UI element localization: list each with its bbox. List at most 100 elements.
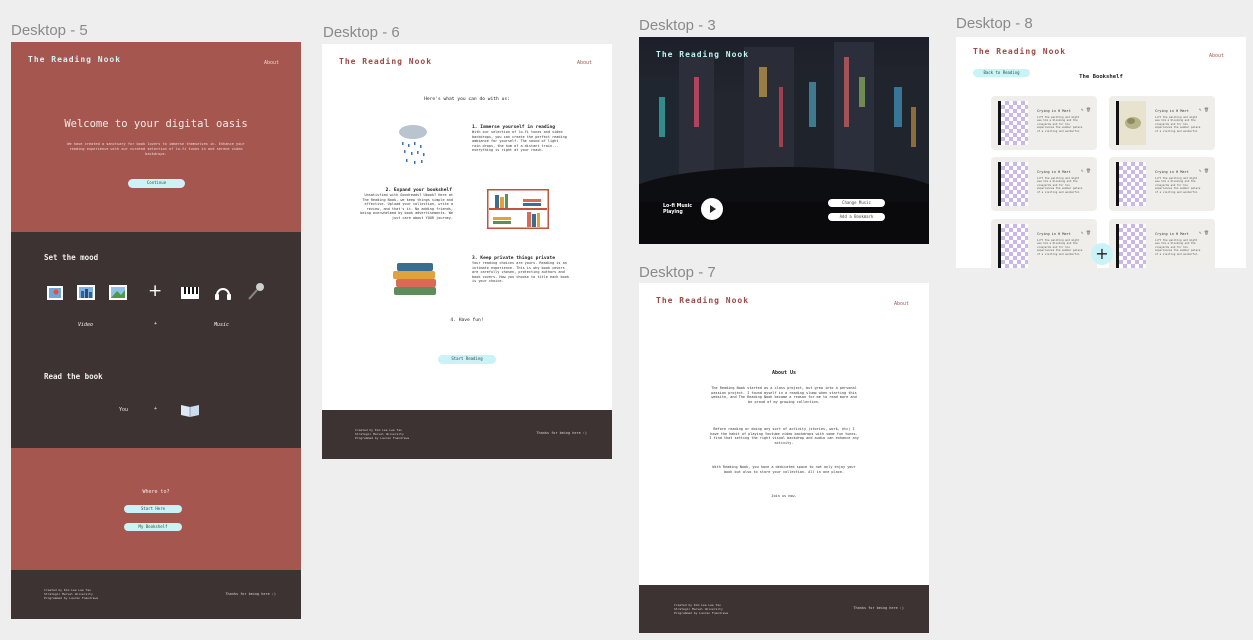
plus-symbol: + bbox=[148, 281, 163, 301]
frame-label-desktop-5[interactable]: Desktop - 5 bbox=[11, 22, 88, 39]
change-music-button[interactable]: Change Music bbox=[828, 199, 885, 207]
video-label: Video bbox=[78, 322, 94, 328]
rain-cloud-illustration bbox=[396, 124, 430, 168]
play-icon bbox=[710, 205, 716, 213]
edit-delete-icons[interactable]: ✎ 🗑 bbox=[1081, 107, 1091, 112]
book-title: Crying in H Mart bbox=[1155, 109, 1189, 113]
hero-title: Welcome to your digital oasis bbox=[64, 118, 248, 130]
landscape-picture-icon[interactable] bbox=[109, 285, 127, 300]
frame-desktop-6[interactable]: The Reading Nook About Here's what you c… bbox=[322, 44, 612, 459]
footer-thanks: Thanks for being here :) bbox=[853, 606, 904, 610]
brand-logo[interactable]: The Reading Nook bbox=[28, 55, 121, 64]
edit-delete-icons[interactable]: ✎ 🗑 bbox=[1081, 168, 1091, 173]
book-title: Crying in H Mart bbox=[1037, 109, 1071, 113]
edit-delete-icons[interactable]: ✎ 🗑 bbox=[1081, 230, 1091, 235]
bookshelf-illustration bbox=[487, 189, 549, 229]
frame-label-desktop-6[interactable]: Desktop - 6 bbox=[323, 24, 400, 41]
book-description: Lift the painting and might see him a bl… bbox=[1037, 177, 1083, 194]
continue-button[interactable]: Continue bbox=[128, 179, 185, 188]
feature-3-body: Your reading choices are yours. Reading … bbox=[472, 261, 569, 284]
book-cover bbox=[998, 162, 1028, 206]
design-canvas: Desktop - 5 Desktop - 6 Desktop - 3 Desk… bbox=[0, 0, 1253, 640]
where-title: Where to? bbox=[142, 489, 170, 495]
book-cover bbox=[1116, 162, 1146, 206]
add-bookmark-button[interactable]: Add a Bookmark bbox=[828, 213, 885, 221]
book-card[interactable]: Crying in H Mart ✎ 🗑 Lift the painting a… bbox=[1109, 157, 1215, 211]
frame-desktop-7[interactable]: The Reading Nook About About Us The Read… bbox=[639, 283, 929, 633]
brand-logo[interactable]: The Reading Nook bbox=[656, 296, 749, 305]
frame-desktop-8[interactable]: The Reading Nook About Back to Reading T… bbox=[956, 37, 1246, 268]
features-intro: Here's what you can do with us: bbox=[424, 97, 510, 102]
my-bookshelf-button[interactable]: My Bookshelf bbox=[124, 523, 182, 531]
book-card[interactable]: Crying in H Mart ✎ 🗑 Lift the painting a… bbox=[991, 157, 1097, 211]
book-title: Crying in H Mart bbox=[1037, 232, 1071, 236]
piano-icon[interactable] bbox=[181, 287, 199, 299]
brand-logo[interactable]: The Reading Nook bbox=[656, 50, 749, 59]
add-book-button[interactable]: + bbox=[1091, 243, 1113, 265]
play-button[interactable] bbox=[701, 198, 723, 220]
book-title: Crying in H Mart bbox=[1037, 170, 1071, 174]
footer-thanks: Thanks for being here :) bbox=[536, 431, 587, 435]
book-card[interactable]: Crying in H Mart ✎ 🗑 Lift the painting a… bbox=[1109, 96, 1215, 150]
book-description: Lift the painting and might see him a bl… bbox=[1155, 116, 1201, 133]
book-description: Lift the painting and might see him a bl… bbox=[1037, 239, 1083, 256]
plus-label-2: + bbox=[154, 406, 158, 412]
book-card[interactable]: Crying in H Mart ✎ 🗑 Lift the painting a… bbox=[991, 219, 1097, 268]
book-card[interactable]: Crying in H Mart ✎ 🗑 Lift the painting a… bbox=[991, 96, 1097, 150]
headphones-icon[interactable] bbox=[214, 284, 232, 302]
feature-1-body: With our selection of lo-fi tunes and vi… bbox=[472, 130, 567, 153]
edit-delete-icons[interactable]: ✎ 🗑 bbox=[1199, 168, 1209, 173]
footer-credits: Created by Kim Lee Lee Tan Strategic Mar… bbox=[674, 603, 729, 615]
brand-logo[interactable]: The Reading Nook bbox=[973, 47, 1066, 56]
about-paragraph-2: Before reading or doing any sort of acti… bbox=[709, 427, 859, 445]
book-title: Crying in H Mart bbox=[1155, 232, 1189, 236]
mood-section: Set the mood + Video + Music Read the bo… bbox=[11, 232, 301, 448]
nav-about-link[interactable]: About bbox=[577, 60, 592, 66]
bookshelf-title: The Bookshelf bbox=[1079, 74, 1123, 80]
footer-thanks: Thanks for being here :) bbox=[225, 592, 276, 596]
about-title: About Us bbox=[771, 370, 797, 376]
footer-credits: Created by Kim Lee Lee Tan Strategic Mar… bbox=[44, 588, 99, 600]
music-label: Music bbox=[214, 322, 230, 328]
microphone-icon[interactable] bbox=[247, 282, 265, 300]
mood-title: Set the mood bbox=[44, 253, 99, 262]
frame-label-desktop-7[interactable]: Desktop - 7 bbox=[639, 264, 716, 281]
read-title: Read the book bbox=[44, 372, 103, 381]
city-picture-icon[interactable] bbox=[77, 285, 95, 300]
footer: Created by Kim Lee Lee Tan Strategic Mar… bbox=[639, 585, 929, 633]
frame-label-desktop-3[interactable]: Desktop - 3 bbox=[639, 17, 716, 34]
book-cover bbox=[998, 101, 1028, 145]
nav-about-link[interactable]: About bbox=[264, 60, 279, 66]
book-cover bbox=[998, 224, 1028, 268]
nav-about-link[interactable]: About bbox=[894, 301, 909, 307]
plus-label: + bbox=[154, 321, 158, 327]
about-paragraph-1: The Reading Nook started as a class proj… bbox=[711, 386, 857, 404]
frame-label-desktop-8[interactable]: Desktop - 8 bbox=[956, 15, 1033, 32]
about-paragraph-3: With Reading Nook, you have a dedicated … bbox=[712, 465, 856, 474]
edit-delete-icons[interactable]: ✎ 🗑 bbox=[1199, 107, 1209, 112]
feature-4-title: 4. Have fun! bbox=[450, 318, 484, 323]
book-cover bbox=[1116, 224, 1146, 268]
nav-about-link[interactable]: About bbox=[1209, 53, 1224, 59]
you-label: You bbox=[119, 407, 129, 413]
book-stack-illustration bbox=[392, 260, 438, 296]
book-description: Lift the painting and might see him a bl… bbox=[1155, 177, 1201, 194]
start-here-button[interactable]: Start Here bbox=[124, 505, 182, 513]
book-description: Lift the painting and might see him a bl… bbox=[1155, 239, 1201, 256]
book-description: Lift the painting and might see him a bl… bbox=[1037, 116, 1083, 133]
start-reading-button[interactable]: Start Reading bbox=[438, 355, 496, 364]
open-book-icon bbox=[180, 403, 200, 417]
book-card[interactable]: Crying in H Mart ✎ 🗑 Lift the painting a… bbox=[1109, 219, 1215, 268]
frame-desktop-5[interactable]: The Reading Nook About Welcome to your d… bbox=[11, 42, 301, 619]
now-playing-label: Lo-fi Music Playing bbox=[663, 204, 693, 215]
book-cover bbox=[1116, 101, 1146, 145]
footer-credits: Created by Kim Lee Lee Tan Strategic Mar… bbox=[355, 428, 410, 440]
book-title: Crying in H Mart bbox=[1155, 170, 1189, 174]
brand-logo[interactable]: The Reading Nook bbox=[339, 57, 432, 66]
picture-icon[interactable] bbox=[47, 286, 63, 300]
footer: Created by Kim Lee Lee Tan Strategic Mar… bbox=[322, 410, 612, 459]
frame-desktop-3[interactable]: The Reading Nook Lo-fi Music Playing Cha… bbox=[639, 37, 929, 244]
edit-delete-icons[interactable]: ✎ 🗑 bbox=[1199, 230, 1209, 235]
hero-subtitle: We have created a sanctuary for book lov… bbox=[67, 142, 245, 156]
about-paragraph-4: Join us now. bbox=[771, 494, 797, 498]
